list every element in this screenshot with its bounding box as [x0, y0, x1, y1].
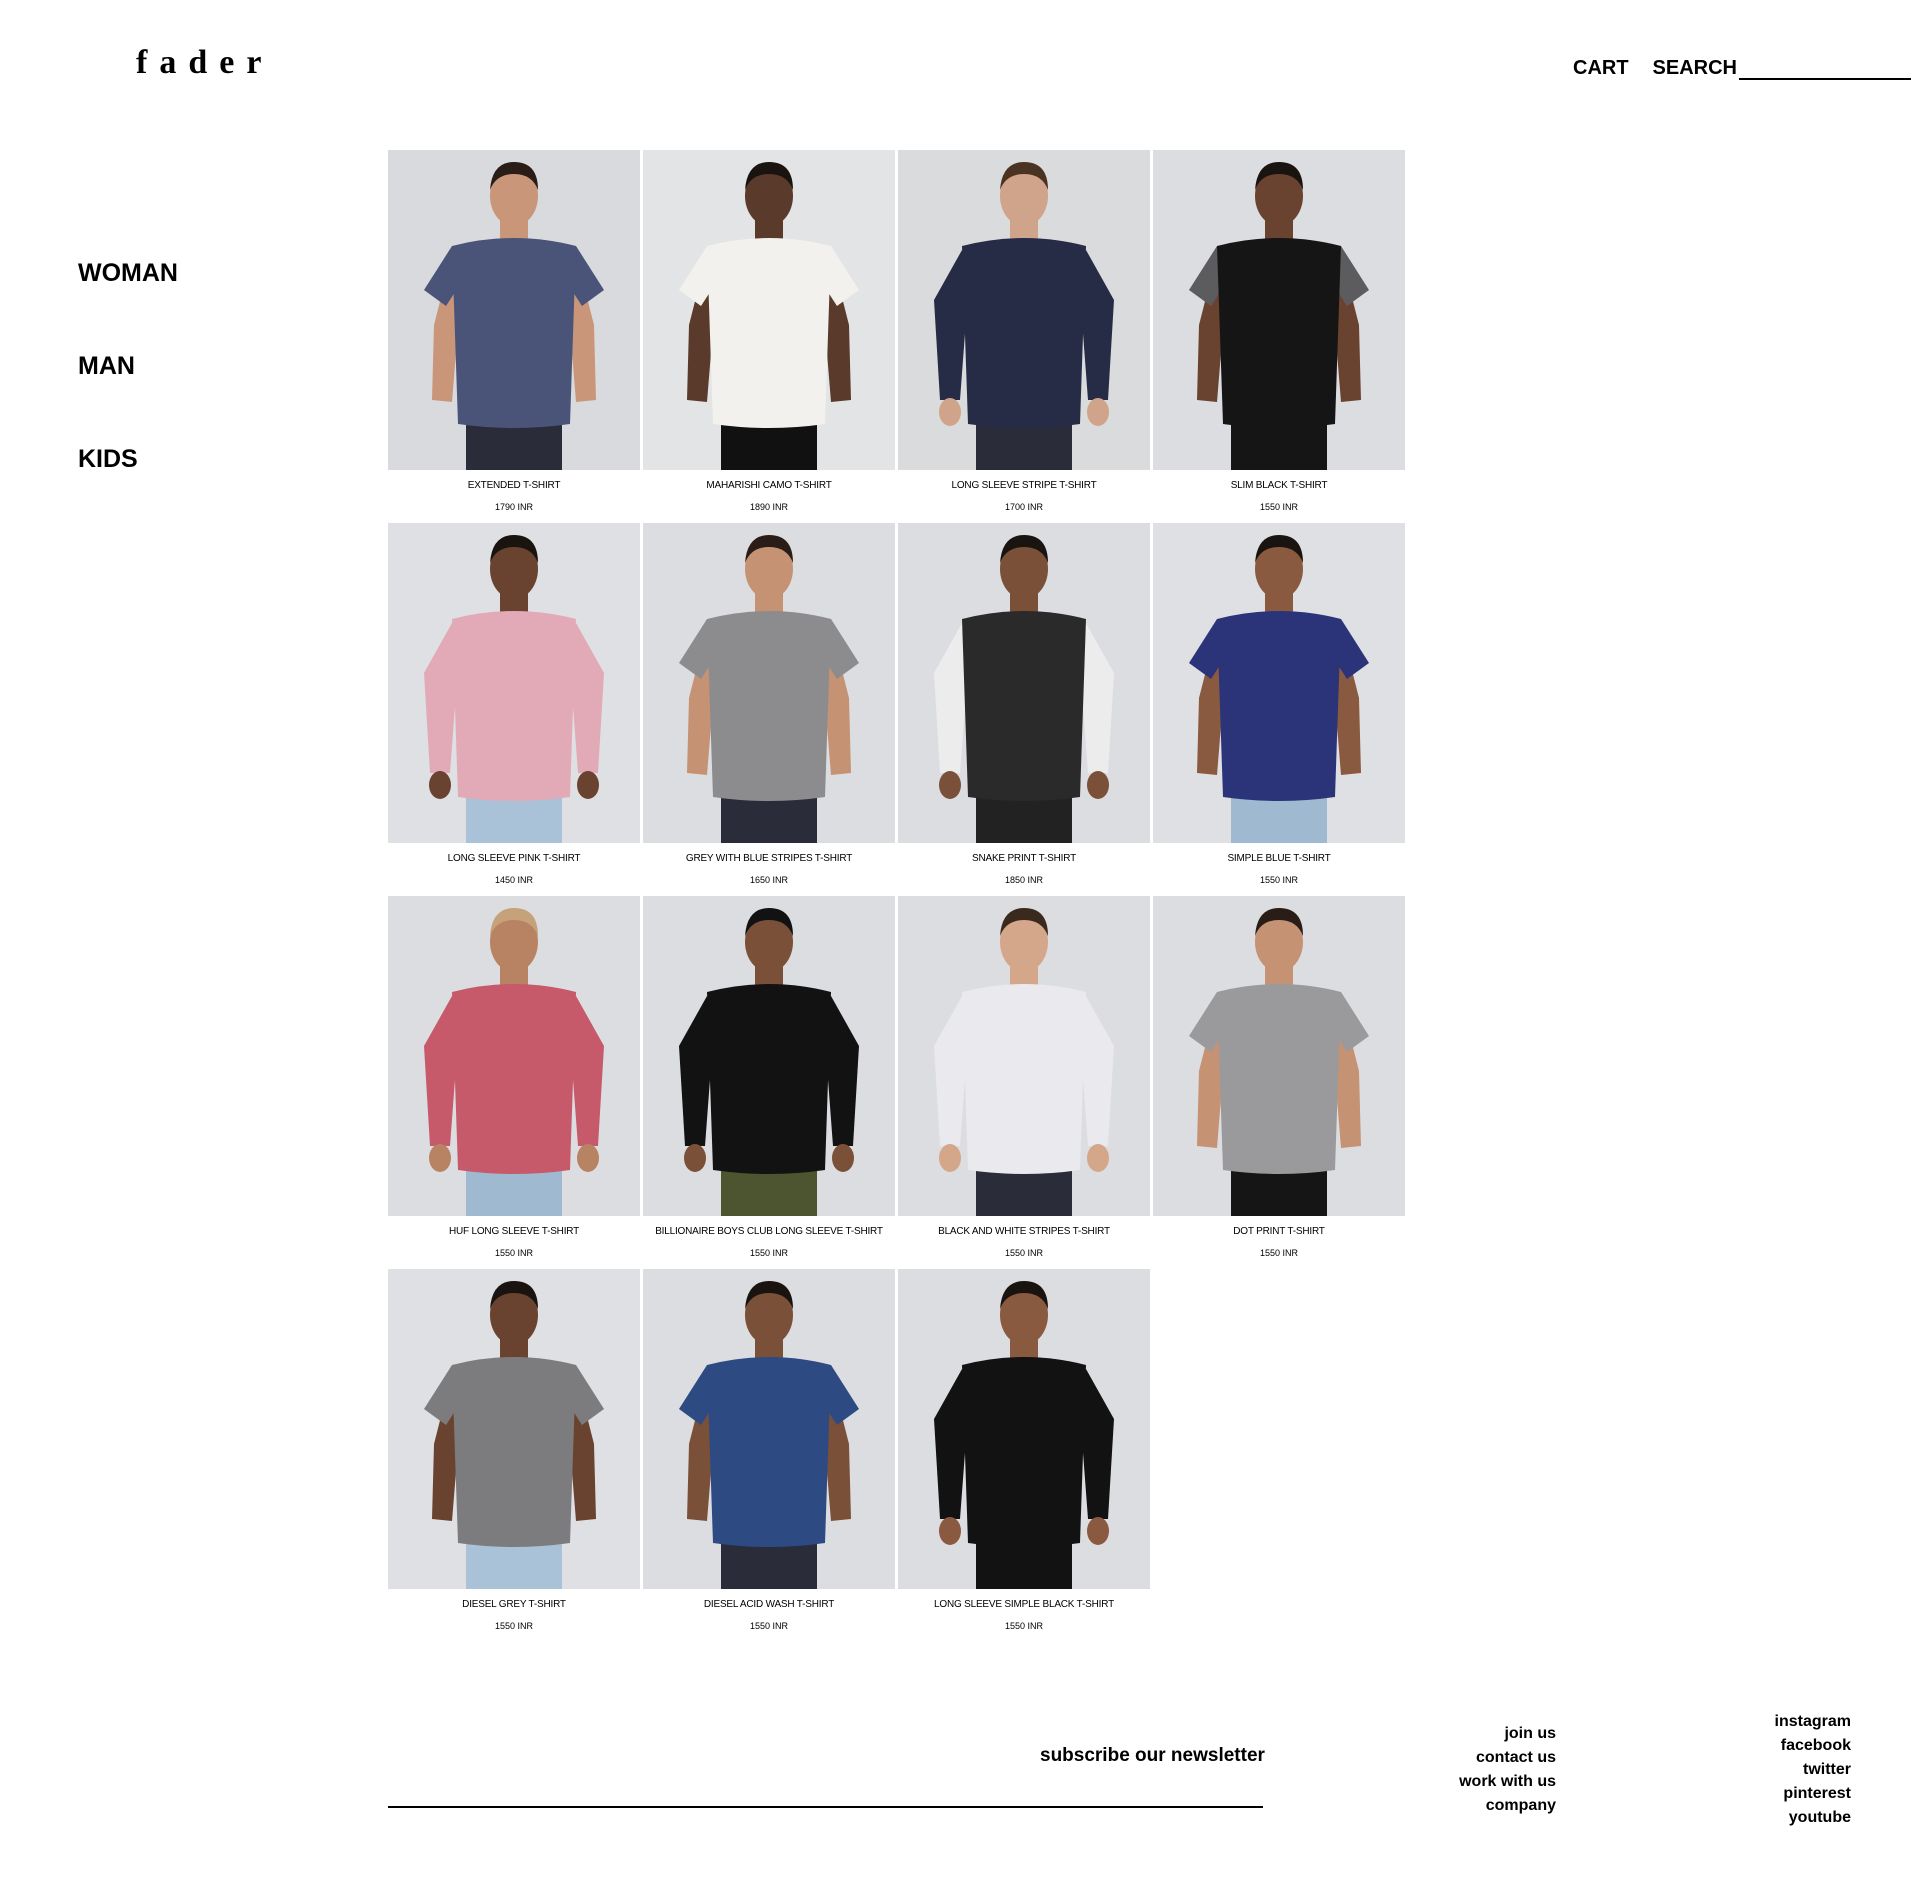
product-photo[interactable] — [643, 1269, 895, 1589]
product-name: HUF LONG SLEEVE T-SHIRT — [448, 1226, 580, 1237]
product-name: SIMPLE BLUE T-SHIRT — [1227, 853, 1331, 864]
model-figure — [1189, 535, 1369, 843]
nav-item-man[interactable]: MAN — [78, 351, 178, 381]
nav-item-kids[interactable]: KIDS — [78, 444, 178, 474]
product-card[interactable]: LONG SLEEVE PINK T-SHIRT 1450 INR — [388, 523, 640, 896]
model-figure — [1189, 908, 1369, 1216]
model-figure — [679, 1281, 859, 1589]
product-name: BLACK AND WHITE STRIPES T-SHIRT — [938, 1226, 1110, 1237]
product-name: GREY WITH BLUE STRIPES T-SHIRT — [685, 853, 853, 864]
product-name: LONG SLEEVE STRIPE T-SHIRT — [951, 480, 1097, 491]
footer-link-work-with-us[interactable]: work with us — [1459, 1770, 1556, 1794]
product-price: 1550 INR — [494, 1621, 534, 1631]
product-price: 1550 INR — [494, 1248, 534, 1258]
product-card[interactable]: SLIM BLACK T-SHIRT 1550 INR — [1153, 150, 1405, 523]
product-card[interactable]: DIESEL ACID WASH T-SHIRT 1550 INR — [643, 1269, 895, 1642]
product-card[interactable]: SIMPLE BLUE T-SHIRT 1550 INR — [1153, 523, 1405, 896]
top-nav: CART SEARCH — [1573, 57, 1911, 80]
product-photo[interactable] — [388, 523, 640, 843]
social-link-facebook[interactable]: facebook — [1775, 1734, 1851, 1758]
model-figure — [424, 908, 604, 1216]
model-figure — [679, 162, 859, 470]
product-photo[interactable] — [388, 1269, 640, 1589]
product-name: DOT PRINT T-SHIRT — [1233, 1226, 1325, 1237]
product-price: 1550 INR — [1004, 1248, 1044, 1258]
product-photo[interactable] — [1153, 523, 1405, 843]
product-card[interactable]: GREY WITH BLUE STRIPES T-SHIRT 1650 INR — [643, 523, 895, 896]
model-figure — [934, 1281, 1114, 1589]
product-name: DIESEL GREY T-SHIRT — [462, 1599, 566, 1610]
product-price: 1450 INR — [494, 875, 534, 885]
product-photo[interactable] — [643, 896, 895, 1216]
model-figure — [679, 535, 859, 843]
product-photo[interactable] — [898, 523, 1150, 843]
cart-link[interactable]: CART — [1573, 57, 1629, 80]
product-photo[interactable] — [1153, 150, 1405, 470]
product-name: BILLIONAIRE BOYS CLUB LONG SLEEVE T-SHIR… — [655, 1226, 883, 1237]
model-figure — [934, 535, 1114, 843]
product-photo[interactable] — [643, 523, 895, 843]
model-figure — [424, 162, 604, 470]
product-photo[interactable] — [898, 150, 1150, 470]
product-card[interactable]: DOT PRINT T-SHIRT 1550 INR — [1153, 896, 1405, 1269]
product-card[interactable]: DIESEL GREY T-SHIRT 1550 INR — [388, 1269, 640, 1642]
product-name: SNAKE PRINT T-SHIRT — [971, 853, 1076, 864]
model-figure — [934, 162, 1114, 470]
product-card[interactable]: BILLIONAIRE BOYS CLUB LONG SLEEVE T-SHIR… — [643, 896, 895, 1269]
product-name: EXTENDED T-SHIRT — [467, 480, 561, 491]
search-label[interactable]: SEARCH — [1653, 57, 1737, 80]
social-link-instagram[interactable]: instagram — [1775, 1710, 1851, 1734]
newsletter-email-input[interactable] — [388, 1780, 1263, 1808]
product-card[interactable]: BLACK AND WHITE STRIPES T-SHIRT 1550 INR — [898, 896, 1150, 1269]
footer-link-join-us[interactable]: join us — [1459, 1722, 1556, 1746]
model-figure — [1189, 162, 1369, 470]
product-name: LONG SLEEVE SIMPLE BLACK T-SHIRT — [934, 1599, 1114, 1610]
product-card[interactable]: HUF LONG SLEEVE T-SHIRT 1550 INR — [388, 896, 640, 1269]
product-photo[interactable] — [388, 896, 640, 1216]
footer-links: join us contact us work with us company — [1459, 1722, 1556, 1818]
product-price: 1650 INR — [749, 875, 789, 885]
product-photo[interactable] — [898, 1269, 1150, 1589]
product-price: 1550 INR — [1004, 1621, 1044, 1631]
product-name: MAHARISHI CAMO T-SHIRT — [706, 480, 832, 491]
model-figure — [679, 908, 859, 1216]
product-price: 1550 INR — [749, 1621, 789, 1631]
product-name: SLIM BLACK T-SHIRT — [1230, 480, 1328, 491]
product-card[interactable]: LONG SLEEVE SIMPLE BLACK T-SHIRT 1550 INR — [898, 1269, 1150, 1642]
product-name: DIESEL ACID WASH T-SHIRT — [703, 1599, 835, 1610]
model-figure — [424, 535, 604, 843]
footer-link-contact-us[interactable]: contact us — [1459, 1746, 1556, 1770]
product-name: LONG SLEEVE PINK T-SHIRT — [447, 853, 581, 864]
site-logo[interactable]: fader — [136, 44, 273, 82]
footer-link-company[interactable]: company — [1459, 1794, 1556, 1818]
product-card[interactable]: EXTENDED T-SHIRT 1790 INR — [388, 150, 640, 523]
product-price: 1890 INR — [749, 502, 789, 512]
search-input[interactable] — [1739, 58, 1911, 80]
product-price: 1550 INR — [1259, 502, 1299, 512]
product-price: 1790 INR — [494, 502, 534, 512]
product-card[interactable]: MAHARISHI CAMO T-SHIRT 1890 INR — [643, 150, 895, 523]
social-link-youtube[interactable]: youtube — [1775, 1806, 1851, 1830]
category-nav: WOMAN MAN KIDS — [78, 258, 178, 537]
product-photo[interactable] — [388, 150, 640, 470]
social-link-twitter[interactable]: twitter — [1775, 1758, 1851, 1782]
product-price: 1550 INR — [1259, 1248, 1299, 1258]
product-price: 1550 INR — [749, 1248, 789, 1258]
social-links: instagram facebook twitter pinterest you… — [1775, 1710, 1851, 1830]
model-figure — [934, 908, 1114, 1216]
product-card[interactable]: SNAKE PRINT T-SHIRT 1850 INR — [898, 523, 1150, 896]
model-figure — [424, 1281, 604, 1589]
product-photo[interactable] — [898, 896, 1150, 1216]
product-photo[interactable] — [1153, 896, 1405, 1216]
product-price: 1850 INR — [1004, 875, 1044, 885]
product-photo[interactable] — [643, 150, 895, 470]
nav-item-woman[interactable]: WOMAN — [78, 258, 178, 288]
newsletter-label: subscribe our newsletter — [1040, 1745, 1265, 1766]
product-grid: EXTENDED T-SHIRT 1790 INR MAHARISHI CAMO … — [388, 150, 1406, 1642]
product-price: 1700 INR — [1004, 502, 1044, 512]
product-card[interactable]: LONG SLEEVE STRIPE T-SHIRT 1700 INR — [898, 150, 1150, 523]
product-price: 1550 INR — [1259, 875, 1299, 885]
social-link-pinterest[interactable]: pinterest — [1775, 1782, 1851, 1806]
